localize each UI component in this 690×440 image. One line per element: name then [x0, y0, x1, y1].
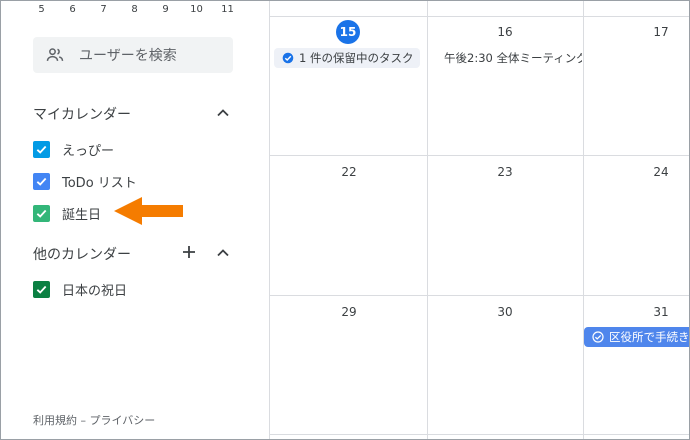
day-number[interactable]: 30: [485, 305, 525, 319]
calendar-item-eppy[interactable]: えっぴー: [33, 140, 114, 159]
mini-day[interactable]: 10: [181, 4, 212, 15]
search-placeholder: ユーザーを検索: [79, 48, 177, 64]
checkbox[interactable]: [33, 281, 50, 298]
task-chip[interactable]: 区役所で手続き: [584, 327, 690, 347]
grid-divider: [270, 16, 690, 17]
calendar-item-birthdays[interactable]: 誕生日: [33, 204, 101, 223]
check-icon: [36, 209, 47, 218]
mini-day[interactable]: 6: [57, 4, 88, 15]
people-icon: [46, 48, 64, 61]
calendar-item-label: えっぴー: [62, 144, 115, 159]
checkbox[interactable]: [33, 141, 50, 158]
calendar-item-japan-holidays[interactable]: 日本の祝日: [33, 280, 127, 299]
calendar-item-todo[interactable]: ToDo リスト: [33, 172, 137, 191]
calendar-item-label: 日本の祝日: [62, 284, 128, 299]
event-chip-label: 午後2:30 全体ミーティング: [444, 51, 582, 65]
mini-day[interactable]: 8: [119, 4, 150, 15]
sidebar: 5 6 7 8 9 10 11 ユーザーを検索 マイカレンダー えっぴー ToD…: [0, 0, 269, 440]
checkbox[interactable]: [33, 173, 50, 190]
checkbox[interactable]: [33, 205, 50, 222]
day-number[interactable]: 24: [641, 165, 681, 179]
plus-icon[interactable]: [181, 244, 197, 260]
day-number[interactable]: 22: [329, 165, 369, 179]
calendar-item-label: 誕生日: [62, 208, 102, 223]
task-chip[interactable]: 1 件の保留中のタスク: [274, 48, 420, 68]
today-date[interactable]: 15: [336, 20, 360, 44]
event-chip[interactable]: 午後2:30 全体ミーティング: [428, 48, 582, 68]
footer-links[interactable]: 利用規約 – プライバシー: [33, 412, 155, 428]
check-icon: [36, 285, 47, 294]
day-number[interactable]: 23: [485, 165, 525, 179]
mini-day[interactable]: 11: [212, 4, 243, 15]
task-check-icon: [592, 331, 604, 343]
month-grid: 15 16 17 1 件の保留中のタスク 午後2:30 全体ミーティング 22 …: [269, 0, 690, 440]
grid-divider: [270, 434, 690, 435]
mini-day[interactable]: 9: [150, 4, 181, 15]
check-icon: [36, 145, 47, 154]
orange-arrow-annotation: [114, 197, 183, 225]
day-number[interactable]: 17: [641, 25, 681, 39]
chevron-up-icon[interactable]: [215, 105, 231, 121]
grid-divider: [270, 295, 690, 296]
task-chip-label: 区役所で手続き: [609, 330, 690, 344]
other-calendars-title: 他のカレンダー: [33, 247, 131, 263]
day-number[interactable]: 16: [485, 25, 525, 39]
search-users-input[interactable]: ユーザーを検索: [33, 37, 233, 73]
calendar-item-label: ToDo リスト: [62, 176, 137, 191]
check-icon: [36, 177, 47, 186]
chevron-up-icon[interactable]: [215, 245, 231, 261]
task-chip-label: 1 件の保留中のタスク: [299, 51, 414, 65]
day-number[interactable]: 29: [329, 305, 369, 319]
other-calendars-header[interactable]: 他のカレンダー: [33, 244, 131, 264]
grid-divider: [583, 0, 584, 440]
mini-day[interactable]: 5: [26, 4, 57, 15]
my-calendars-title: マイカレンダー: [33, 107, 131, 123]
my-calendars-header[interactable]: マイカレンダー: [33, 104, 131, 124]
task-check-icon: [282, 52, 294, 64]
mini-day[interactable]: 7: [88, 4, 119, 15]
day-number[interactable]: 31: [641, 305, 681, 319]
mini-calendar-row: 5 6 7 8 9 10 11: [26, 4, 243, 15]
grid-divider: [270, 155, 690, 156]
